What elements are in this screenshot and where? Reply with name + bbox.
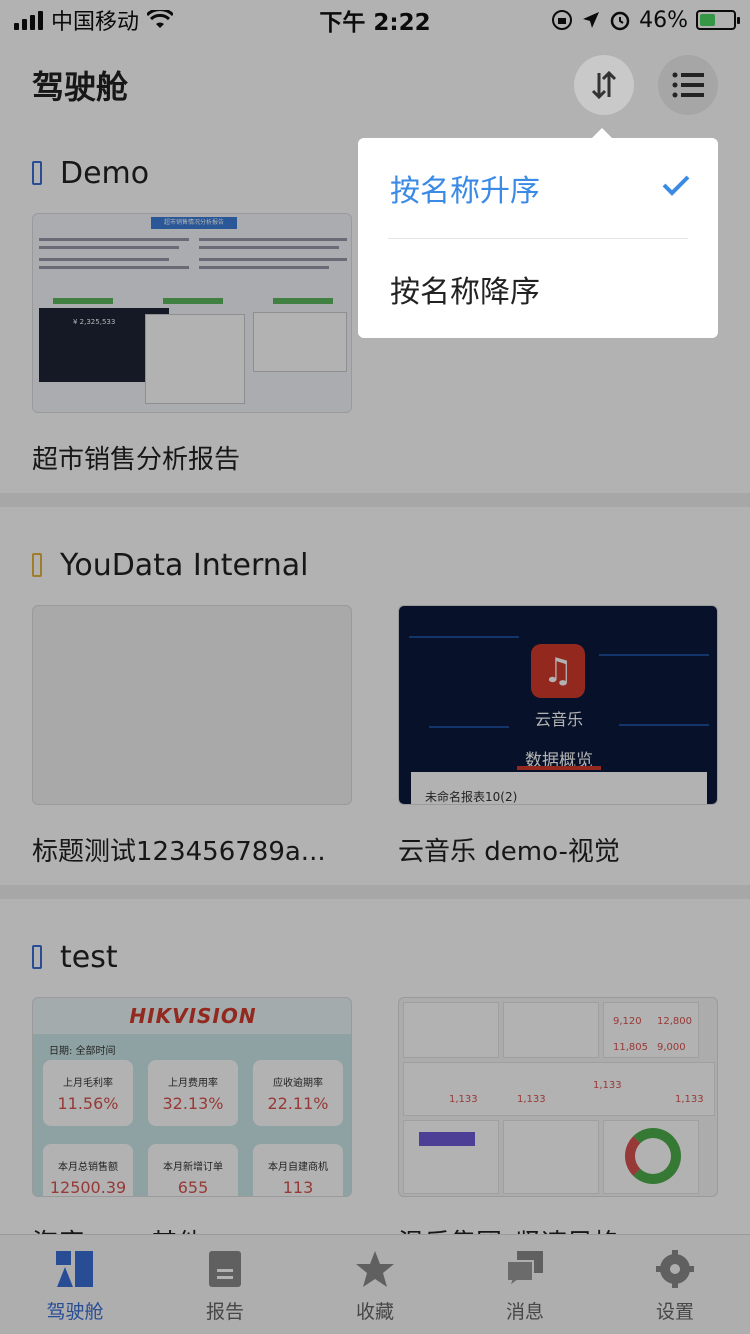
- sort-button-active[interactable]: [574, 55, 634, 115]
- sort-menu: 按名称升序 按名称降序: [358, 128, 718, 338]
- sort-option-ascending[interactable]: 按名称升序: [390, 140, 690, 236]
- checkmark-icon: [662, 175, 690, 196]
- menu-divider: [388, 238, 688, 239]
- sort-option-label: 按名称升序: [390, 174, 540, 209]
- sort-option-descending[interactable]: 按名称降序: [390, 241, 690, 337]
- sort-icon: [591, 70, 617, 100]
- sort-option-label: 按名称降序: [390, 275, 540, 310]
